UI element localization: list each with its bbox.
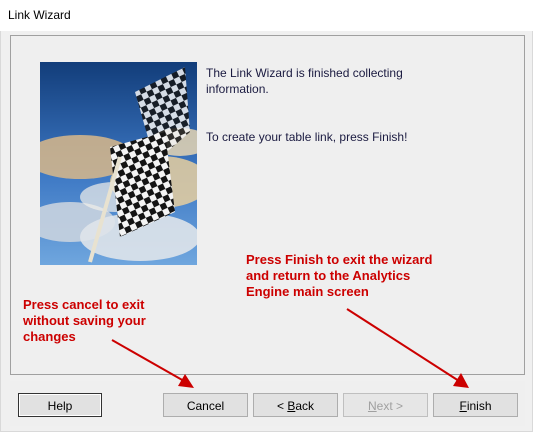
- back-button-prefix: <: [276, 399, 288, 413]
- back-button-label: ack: [295, 399, 315, 413]
- window-title: Link Wizard: [8, 8, 71, 22]
- help-button[interactable]: Help: [18, 393, 102, 417]
- info-text-collecting: The Link Wizard is finished collecting i…: [206, 66, 403, 96]
- annotation-finish-note: Press Finish to exit the wizard and retu…: [246, 252, 433, 299]
- checkered-flag-image: [40, 62, 197, 265]
- finish-button-mnemonic: F: [459, 399, 467, 413]
- title-bar: Link Wizard: [0, 0, 534, 31]
- next-button-label: ext >: [376, 399, 404, 413]
- cancel-button[interactable]: Cancel: [163, 393, 248, 417]
- info-text-press-finish: To create your table link, press Finish!: [206, 130, 408, 144]
- next-button: Next >: [343, 393, 428, 417]
- finish-button[interactable]: Finish: [433, 393, 518, 417]
- cancel-button-label: Cancel: [186, 399, 225, 413]
- finish-button-label: inish: [466, 399, 492, 413]
- help-button-label: Help: [47, 399, 73, 413]
- annotation-cancel-note: Press cancel to exit without saving your…: [23, 297, 146, 344]
- back-button[interactable]: < Back: [253, 393, 338, 417]
- next-button-mnemonic: N: [367, 399, 377, 413]
